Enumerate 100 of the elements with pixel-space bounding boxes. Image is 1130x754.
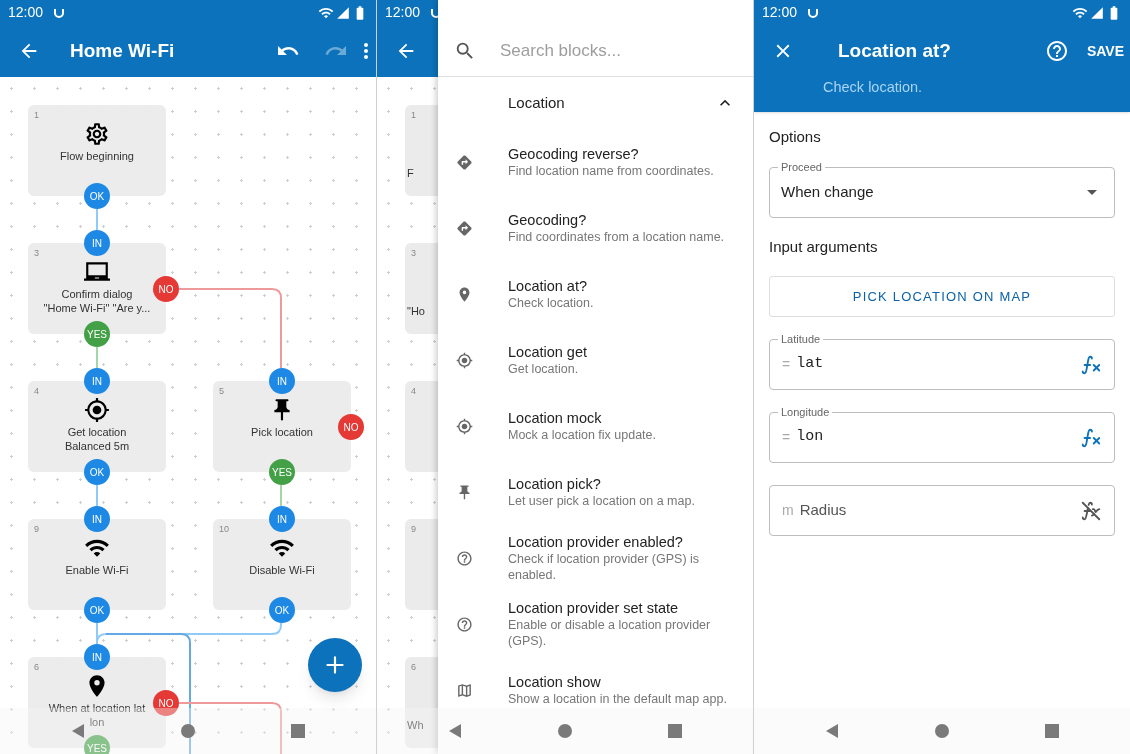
block-number: 5 [219,385,224,398]
select-value: When change [781,181,874,202]
block-number: 1 [34,109,39,122]
block-title: Location provider enabled? [508,533,684,551]
block-list-item[interactable]: Location show Show a location in the default map app. [438,657,753,723]
function-icon[interactable] [1080,426,1102,449]
port-badge[interactable]: IN [84,368,110,394]
home-icon[interactable] [180,723,196,739]
block-label: lon [89,715,105,729]
port-badge[interactable]: IN [84,230,110,256]
signal-icon [336,5,350,20]
block-title: Location provider set state [508,599,680,617]
block-number: 9 [411,523,416,536]
block-list-item[interactable]: Location mock Mock a location fix update. [438,393,753,459]
block-label: "Ho [407,304,425,319]
search-field[interactable]: Search blocks... [500,37,730,64]
app-status-icon [807,6,820,19]
section-heading: Options [769,127,822,147]
block-label: F [407,166,414,181]
app-status-icon [53,6,66,19]
status-time: 12:00 [8,3,44,22]
recents-icon[interactable] [1044,723,1060,739]
port-badge[interactable]: IN [84,644,110,670]
back-icon[interactable] [70,723,86,739]
function-off-icon[interactable] [1080,499,1102,522]
block-label: Balanced 5m [64,439,130,453]
port-badge[interactable]: IN [84,506,110,532]
block-title: Location mock [508,409,603,427]
block-description: Check location. [508,295,595,311]
block-list-item[interactable]: Location pick? Let user pick a location on a map. [438,459,753,525]
crosshair-icon [84,397,110,423]
connector-line [96,208,98,231]
block-label: Disable Wi-Fi [249,563,315,577]
crosshair-icon [456,351,473,369]
field-placeholder: Radius [799,500,847,521]
block-description: Mock a location fix update. [508,427,657,443]
block-description: Check if location provider (GPS) is enabled. [508,551,701,583]
block-description: Find coordinates from a location name. [508,229,726,245]
block-number: 3 [34,247,39,260]
block-editor-subtitle: Check location. [823,78,924,97]
argument-field[interactable]: m Radius [769,485,1115,536]
directions-sign-icon [456,153,473,171]
port-badge[interactable]: OK [84,459,110,485]
block-description: Enable or disable a location provider (GPS). [508,617,712,649]
block-list-item[interactable]: Location provider enabled? Check if location provider (GPS) is enabled. [438,525,753,591]
port-badge[interactable]: OK [84,183,110,209]
connector-line [280,484,282,507]
connector-line [96,346,98,369]
recents-icon[interactable] [290,723,306,739]
port-badge[interactable]: NO [153,276,179,302]
home-icon[interactable] [934,723,950,739]
port-badge[interactable]: IN [269,368,295,394]
block-list-item[interactable]: Location at? Check location. [438,261,753,327]
block-number: 6 [34,661,39,674]
block-title: Geocoding? [508,211,588,229]
map-icon [456,681,473,699]
field-prefix: m [782,501,794,520]
block-list-item[interactable]: Location get Get location. [438,327,753,393]
function-icon[interactable] [1080,353,1102,376]
add-button[interactable] [308,638,362,692]
save-button[interactable]: SAVE [1086,40,1124,62]
block-number: 10 [219,523,229,536]
status-time: 12:00 [762,3,798,22]
block-number: 6 [411,661,416,674]
block-label: Confirm dialog [61,287,133,301]
port-badge[interactable]: OK [84,597,110,623]
block-title: Location pick? [508,475,602,493]
block-number: 9 [34,523,39,536]
port-badge[interactable]: NO [338,414,364,440]
section-header[interactable]: Location [438,77,753,129]
more-button[interactable] [364,43,368,59]
block-title: Geocoding reverse? [508,145,640,163]
more-icon [364,43,368,59]
field-prefix: = [782,355,791,374]
section-heading: Input arguments [769,236,879,257]
back-icon[interactable] [824,723,840,739]
pick-location-button[interactable]: PICK LOCATION ON MAP [769,276,1115,317]
block-number: 4 [411,385,416,398]
block-number: 4 [34,385,39,398]
block-label: Enable Wi-Fi [65,563,129,577]
flow-title: Home Wi-Fi [70,38,175,63]
block-label: Wh [407,718,424,733]
back-icon[interactable] [447,723,463,739]
block-number: 1 [411,109,416,122]
port-badge[interactable]: OK [269,597,295,623]
gear-icon [84,121,110,147]
status-time: 12:00 [385,3,421,22]
block-list-item[interactable]: Location provider set state Enable or disable a location provider (GPS). [438,591,753,657]
help-button[interactable] [1044,39,1069,63]
home-icon[interactable] [557,723,573,739]
port-badge[interactable]: NO [153,690,179,716]
port-badge[interactable]: IN [269,506,295,532]
block-label: Flow beginning [60,149,134,163]
block-list-item[interactable]: Geocoding? Find coordinates from a location name. [438,195,753,261]
block-label: Pick location [251,425,313,439]
field-value: lat [796,354,824,375]
recents-icon[interactable] [667,723,683,739]
field-prefix: = [782,428,791,447]
block-list-item[interactable]: Geocoding reverse? Find location name from coordinates. [438,129,753,195]
help-icon [1044,39,1069,63]
